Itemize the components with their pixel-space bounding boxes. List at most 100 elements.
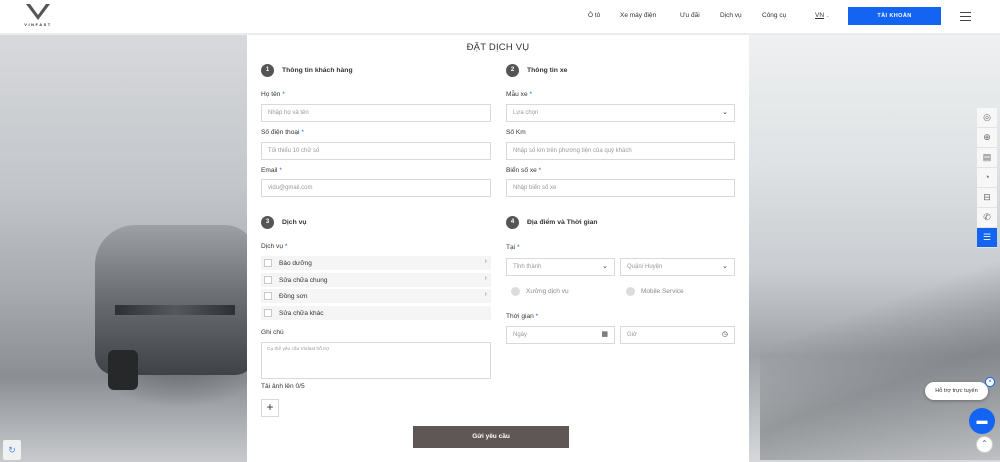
language-selector[interactable]: VN ⌄	[815, 12, 829, 19]
radio-dot	[626, 287, 635, 296]
hour-field[interactable]: Giờ ◷	[620, 326, 735, 344]
date-field[interactable]: Ngày ▦	[506, 326, 615, 344]
name-label-text: Họ tên	[261, 91, 281, 98]
email-label: Email *	[261, 167, 282, 174]
scroll-top-icon[interactable]: ⌃	[976, 436, 993, 453]
upload-image-button[interactable]: +	[261, 399, 279, 417]
time-label: Thời gian *	[506, 313, 538, 320]
account-button[interactable]: TÀI KHOẢN	[848, 7, 941, 25]
required-mark: *	[538, 167, 542, 174]
section-vehicle-heading: 2 Thông tin xe	[506, 64, 567, 77]
chevron-down-icon: ⌄	[602, 263, 608, 270]
location-label: Tại *	[506, 244, 520, 251]
checkbox[interactable]	[264, 259, 272, 267]
service-option-dong-son[interactable]: Đồng sơn ›	[261, 289, 491, 303]
close-icon[interactable]: ×	[985, 377, 995, 387]
section-title: Thông tin khách hàng	[282, 67, 353, 74]
email-field[interactable]: vidu@gmail.com	[261, 179, 491, 197]
checkbox[interactable]	[264, 292, 272, 300]
service-option-sua-chua-chung[interactable]: Sửa chữa chung ›	[261, 273, 491, 287]
checkbox[interactable]	[264, 309, 272, 317]
phone-field[interactable]: Tối thiểu 10 chữ số	[261, 142, 491, 160]
section-title: Dịch vụ	[282, 219, 307, 226]
service-option-sua-chua-khac[interactable]: Sửa chữa khác	[261, 306, 491, 320]
vinfast-logo[interactable]: VINFAST	[18, 3, 58, 31]
step-number: 2	[506, 64, 519, 77]
section-customer-heading: 1 Thông tin khách hàng	[261, 64, 353, 77]
road-image	[760, 260, 1000, 460]
step-number: 4	[506, 216, 519, 229]
vinfast-logo-icon	[26, 4, 50, 20]
km-field[interactable]: Nhập số km trên phương tiện của quý khác…	[506, 142, 735, 160]
model-label: Mẫu xe *	[506, 91, 532, 98]
section-title: Thông tin xe	[527, 67, 568, 74]
chevron-right-icon: ›	[484, 258, 487, 265]
chevron-down-icon: ⌄	[722, 263, 728, 270]
service-option-label: Bảo dưỡng	[279, 259, 312, 267]
model-label-text: Mẫu xe	[506, 91, 528, 98]
plate-label-text: Biển số xe	[506, 167, 537, 174]
calendar-icon: ▦	[601, 331, 608, 338]
city-select[interactable]: Tỉnh thành ⌄	[506, 258, 615, 276]
required-mark: *	[282, 91, 285, 98]
radio-mobile-service[interactable]: Mobile Service	[626, 287, 684, 296]
required-mark: *	[535, 313, 539, 320]
step-number: 1	[261, 64, 274, 77]
time-label-text: Thời gian	[506, 313, 534, 320]
model-select[interactable]: Lựa chọn ⌄	[506, 104, 735, 122]
required-mark: *	[284, 243, 288, 250]
clock-icon: ◷	[721, 331, 728, 338]
note-textarea[interactable]: Cụ thể yêu cầu Vinfast hỗ trợ	[261, 342, 491, 379]
finance-icon[interactable]: ◔	[977, 168, 997, 188]
name-field[interactable]: Nhập họ và tên	[261, 104, 491, 122]
hour-field-value: Giờ	[627, 332, 637, 338]
nav-item-oto[interactable]: Ô tô	[588, 12, 600, 19]
page-title: ĐẶT DỊCH VỤ	[466, 42, 530, 53]
menu-icon[interactable]	[960, 12, 971, 23]
phone-icon[interactable]: ✆	[977, 208, 997, 228]
nav-item-dich-vu[interactable]: Dịch vụ	[720, 12, 742, 19]
radio-workshop[interactable]: Xưởng dịch vụ	[511, 287, 569, 296]
car-icon[interactable]: ⊟	[977, 188, 997, 208]
city-select-value: Tỉnh thành	[513, 264, 542, 270]
radio-label: Xưởng dịch vụ	[526, 288, 569, 295]
required-mark: *	[517, 244, 520, 251]
steering-wheel-icon[interactable]: ◎	[977, 108, 997, 128]
chat-bubble[interactable]: Hỗ trợ trực tuyến	[925, 382, 988, 400]
chevron-right-icon: ›	[484, 291, 487, 298]
email-label-text: Email	[261, 167, 278, 174]
district-select-value: Quận/ Huyện	[627, 264, 663, 270]
service-option-label: Đồng sơn	[279, 292, 308, 300]
chevron-down-icon: ⌄	[826, 13, 830, 18]
checkbox[interactable]	[264, 276, 272, 284]
name-label: Họ tên *	[261, 91, 285, 98]
plate-label: Biển số xe *	[506, 167, 541, 174]
nav-item-cong-cu[interactable]: Công cụ	[762, 12, 786, 19]
site-header: VINFAST Ô tô Xe máy điện Ưu đãi Dịch vụ …	[0, 0, 1000, 34]
section-service-heading: 3 Dịch vụ	[261, 216, 307, 229]
car-tire	[108, 350, 138, 390]
list-icon[interactable]: ☰	[977, 228, 997, 248]
radio-label: Mobile Service	[641, 288, 684, 295]
chat-icon[interactable]: ▬	[969, 408, 995, 434]
section-location-heading: 4 Địa điểm và Thời gian	[506, 216, 598, 229]
globe-icon[interactable]: ⊕	[977, 128, 997, 148]
chevron-down-icon: ⌄	[722, 109, 728, 116]
date-field-value: Ngày	[513, 332, 528, 338]
nav-item-xe-may-dien[interactable]: Xe máy điện	[620, 12, 656, 19]
step-number: 3	[261, 216, 274, 229]
plate-field[interactable]: Nhập biển số xe	[506, 179, 735, 197]
service-option-label: Sửa chữa chung	[279, 276, 328, 284]
nav-item-uu-dai[interactable]: Ưu đãi	[680, 12, 700, 19]
recaptcha-icon: ↻	[3, 440, 21, 460]
submit-button[interactable]: Gửi yêu cầu	[413, 426, 569, 448]
service-label-text: Dịch vụ	[261, 243, 283, 250]
km-label: Số Km	[506, 129, 526, 136]
required-mark: *	[301, 129, 304, 136]
document-icon[interactable]: ▤	[977, 148, 997, 168]
required-mark: *	[279, 167, 282, 174]
note-label: Ghi chú	[261, 329, 284, 336]
district-select[interactable]: Quận/ Huyện ⌄	[620, 258, 735, 276]
upload-label: Tải ảnh lên 0/5	[261, 383, 305, 390]
service-option-bao-duong[interactable]: Bảo dưỡng ›	[261, 256, 491, 270]
